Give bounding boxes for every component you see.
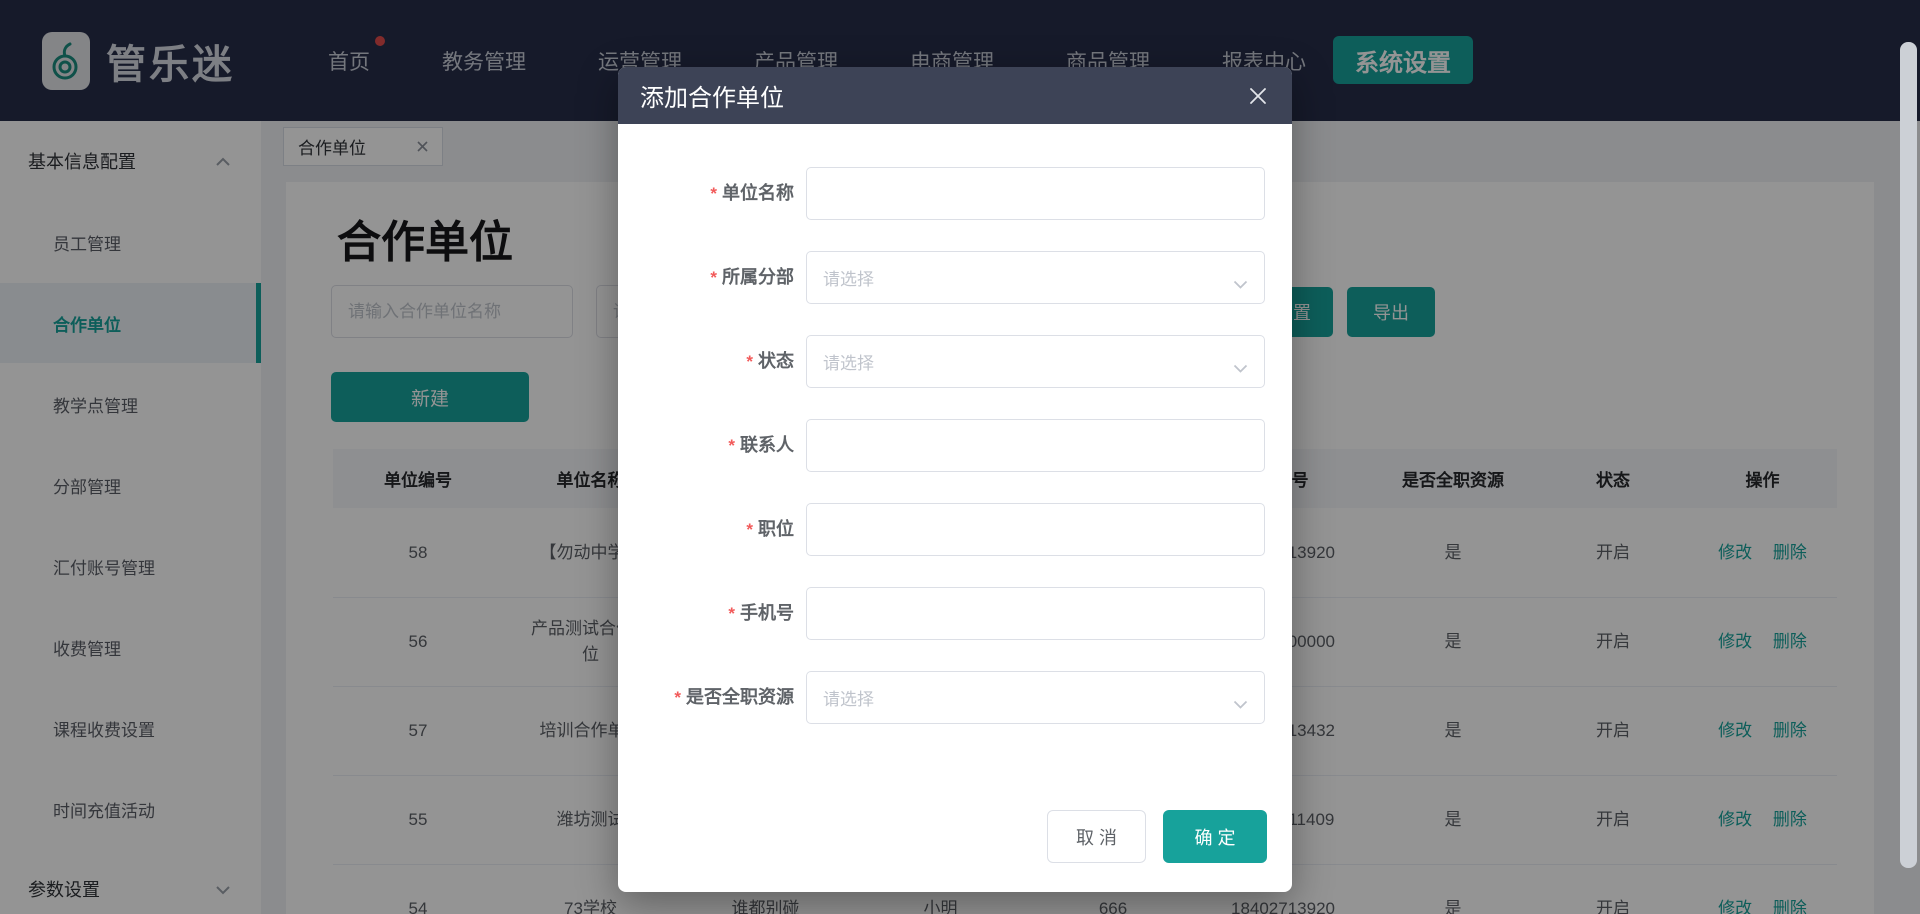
select-placeholder: 请选择 [823, 685, 874, 710]
required-asterisk: * [710, 184, 717, 203]
form-row: *手机号 [618, 587, 1292, 640]
chevron-down-icon [1233, 358, 1248, 378]
form-label: *单位名称 [618, 167, 794, 220]
form-label: *是否全职资源 [618, 671, 794, 724]
required-asterisk: * [710, 268, 717, 287]
form-label: *所属分部 [618, 251, 794, 304]
select-placeholder: 请选择 [823, 265, 874, 290]
required-asterisk: * [728, 604, 735, 623]
form-text-input[interactable] [806, 419, 1265, 472]
chevron-down-icon [1233, 274, 1248, 294]
confirm-button[interactable]: 确 定 [1163, 810, 1267, 863]
modal-title: 添加合作单位 [640, 78, 784, 113]
form-text-input[interactable] [806, 167, 1265, 220]
cancel-button[interactable]: 取 消 [1047, 810, 1146, 863]
page-scrollbar-thumb[interactable] [1900, 42, 1917, 868]
form-label: *手机号 [618, 587, 794, 640]
form-select[interactable]: 请选择 [806, 251, 1265, 304]
form-select[interactable]: 请选择 [806, 335, 1265, 388]
required-asterisk: * [746, 520, 753, 539]
form-text-input[interactable] [806, 503, 1265, 556]
form-row: *职位 [618, 503, 1292, 556]
close-icon[interactable] [1246, 84, 1270, 108]
required-asterisk: * [674, 688, 681, 707]
chevron-down-icon [1233, 694, 1248, 714]
form-row: *单位名称 [618, 167, 1292, 220]
form-row: *是否全职资源 请选择 [618, 671, 1292, 724]
required-asterisk: * [746, 352, 753, 371]
form-select[interactable]: 请选择 [806, 671, 1265, 724]
form-label: *职位 [618, 503, 794, 556]
app-window: 管乐迷 首页 教务管理 运营管理 产品管 [0, 0, 1920, 914]
form-label: *联系人 [618, 419, 794, 472]
form-text-input[interactable] [806, 587, 1265, 640]
form-row: *状态 请选择 [618, 335, 1292, 388]
add-partner-unit-modal: 添加合作单位 *单位名称 *所属分部 [618, 67, 1292, 892]
modal-header: 添加合作单位 [618, 67, 1292, 124]
form-row: *所属分部 请选择 [618, 251, 1292, 304]
select-placeholder: 请选择 [823, 349, 874, 374]
required-asterisk: * [728, 436, 735, 455]
form-row: *联系人 [618, 419, 1292, 472]
form-label: *状态 [618, 335, 794, 388]
